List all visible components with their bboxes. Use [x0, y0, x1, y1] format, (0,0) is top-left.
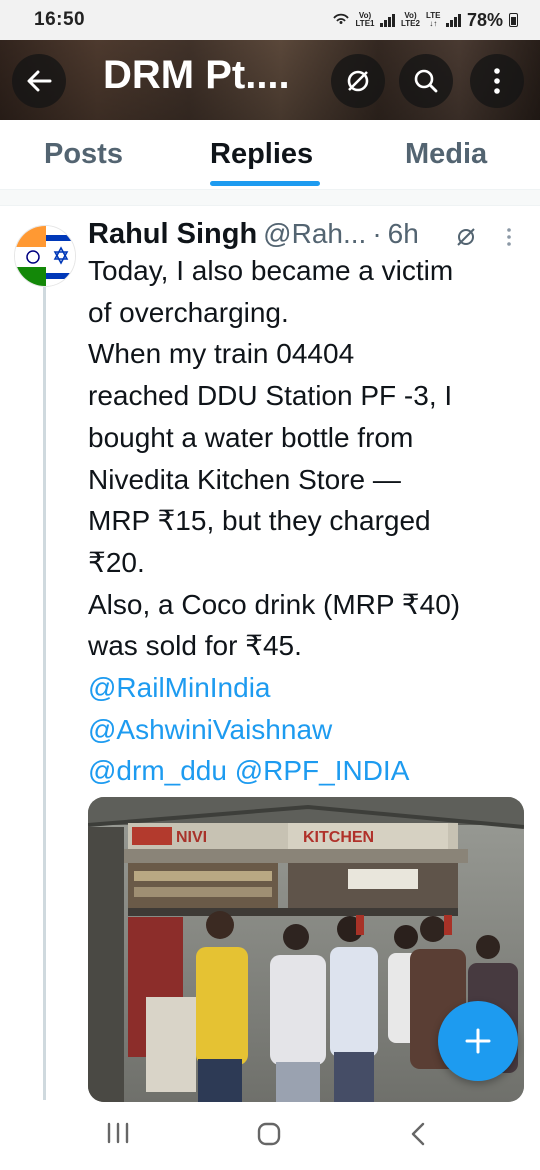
thread-line — [43, 285, 46, 1100]
avatar-flags-image — [15, 226, 75, 286]
tweet-line: bought a water bottle from — [88, 421, 414, 453]
recents-icon — [107, 1122, 129, 1144]
more-options-button[interactable] — [470, 54, 524, 108]
search-icon — [414, 69, 438, 93]
sim2-bottom: LTE2 — [400, 19, 420, 28]
signal-icon-2 — [446, 13, 461, 27]
avatar[interactable] — [14, 225, 76, 287]
signal-icon — [380, 13, 395, 27]
plus-icon — [465, 1028, 491, 1054]
tab-replies[interactable]: Replies — [210, 138, 313, 171]
tweet-line: Today, I also became a victim — [88, 255, 454, 286]
network-bottom: ↓↑ — [429, 19, 438, 28]
author-name[interactable]: Rahul Singh — [88, 218, 257, 251]
home-icon — [257, 1122, 281, 1146]
separator-dot: · — [372, 218, 382, 249]
back-arrow-icon — [27, 70, 52, 92]
home-button[interactable] — [257, 1122, 281, 1151]
mute-icon — [347, 70, 369, 92]
back-button[interactable] — [12, 54, 66, 108]
tweet-line: When my train 04404 — [88, 338, 355, 370]
mention-link[interactable]: @AshwiniVaishnaw — [88, 709, 528, 751]
tweet-text: Today, I also became a victim of overcha… — [88, 250, 528, 792]
battery-percent: 78% — [466, 9, 503, 30]
tweet-timestamp[interactable]: 6h — [388, 218, 419, 250]
stall-sign-main: KITCHEN — [303, 829, 374, 846]
tweet-line: of overcharging. — [88, 296, 289, 328]
network-type: LTE ↓↑ — [426, 12, 441, 28]
page-title: DRM Pt.... — [103, 53, 290, 97]
status-bar: 16:50 Vo) LTE1 Vo) LTE2 LTE ↓↑ 78% — [0, 0, 540, 40]
hotspot-icon — [332, 10, 350, 31]
search-button[interactable] — [399, 54, 453, 108]
tab-posts[interactable]: Posts — [44, 138, 123, 171]
status-time: 16:50 — [34, 9, 86, 30]
recent-apps-button[interactable] — [106, 1122, 130, 1149]
sim2-indicator: Vo) LTE2 — [401, 12, 420, 28]
tab-active-indicator — [210, 181, 320, 186]
tweet-header: Rahul Singh @Rah... · 6h — [88, 218, 419, 251]
tab-media[interactable]: Media — [405, 138, 487, 171]
tweet-line: Also, a Coco drink (MRP ₹40) — [88, 588, 461, 620]
profile-header: DRM Pt.... — [0, 40, 540, 120]
author-handle[interactable]: @Rah... — [263, 218, 366, 250]
tweet-line: Nivedita Kitchen Store — — [88, 463, 401, 495]
compose-button[interactable] — [438, 1001, 518, 1081]
profile-tabs: Posts Replies Media — [0, 120, 540, 190]
system-nav-bar — [0, 1102, 540, 1170]
app-screen: 16:50 Vo) LTE1 Vo) LTE2 LTE ↓↑ 78% DRM P… — [0, 0, 540, 1170]
sim1-bottom: LTE1 — [355, 19, 375, 28]
tweet-line: ₹20. — [88, 546, 145, 578]
status-icons: Vo) LTE1 Vo) LTE2 LTE ↓↑ 78% — [332, 10, 518, 31]
tweet-more-icon[interactable] — [506, 228, 512, 251]
mute-button[interactable] — [331, 54, 385, 108]
tweet-line: reached DDU Station PF -3, I — [88, 380, 453, 412]
muted-icon — [455, 226, 477, 253]
tweet-line: was sold for ₹45. — [88, 630, 302, 662]
more-vertical-icon — [494, 68, 500, 94]
back-nav-button[interactable] — [410, 1122, 426, 1151]
mention-link[interactable]: @drm_ddu @RPF_INDIA — [88, 750, 528, 792]
battery-icon — [509, 13, 518, 27]
divider — [0, 190, 540, 206]
tweet-line: MRP ₹15, but they charged — [88, 505, 431, 537]
sim1-indicator: Vo) LTE1 — [356, 12, 375, 28]
chevron-left-icon — [411, 1122, 425, 1146]
mention-link[interactable]: @RailMinIndia — [88, 667, 528, 709]
stall-sign-left: NIVI — [176, 829, 207, 846]
